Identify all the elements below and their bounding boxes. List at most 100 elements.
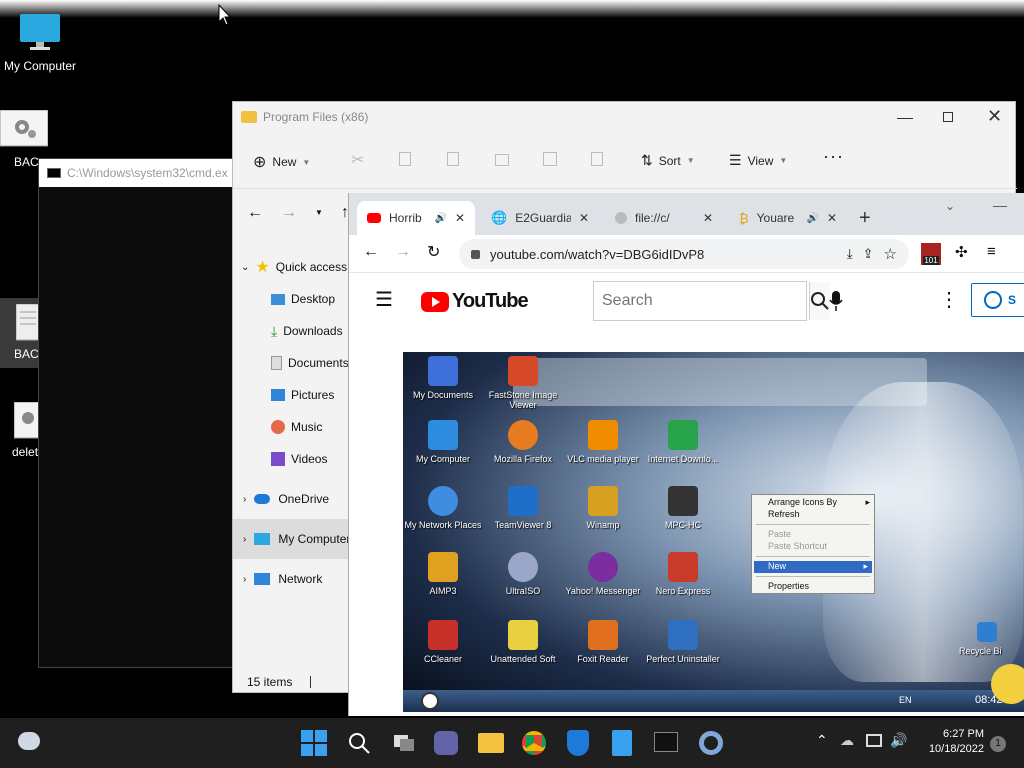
- bookmark-star-icon[interactable]: ☆: [884, 245, 909, 263]
- xp-icon-my-documents[interactable]: My Documents: [403, 356, 483, 400]
- media-control-icon[interactable]: ≡: [987, 243, 996, 260]
- explorer-titlebar[interactable]: Program Files (x86): [233, 102, 1015, 132]
- close-button[interactable]: ✕: [987, 106, 1002, 127]
- reload-icon[interactable]: ↻: [427, 242, 440, 262]
- xp-icon-recycle-bin[interactable]: Recycle Bi: [959, 622, 1024, 656]
- menu-item-arrange[interactable]: Arrange Icons By ▸: [752, 497, 874, 509]
- browser-window[interactable]: Horrib 🔊 ✕ 🌐 E2Guardia ✕ file://c/ ✕ ₿ Y…: [348, 193, 1024, 716]
- tab-e2guardian[interactable]: 🌐 E2Guardia ✕: [481, 201, 599, 235]
- desktop-icon-delete[interactable]: delet: [0, 401, 41, 459]
- paste-icon[interactable]: [447, 152, 459, 166]
- menu-item-new[interactable]: New ▸: [754, 561, 872, 573]
- xp-icon-network-places[interactable]: My Network Places: [403, 486, 483, 530]
- weather-icon[interactable]: [18, 732, 40, 750]
- tray-volume-icon[interactable]: 🔊: [890, 732, 907, 749]
- copy-icon[interactable]: [399, 152, 411, 166]
- new-button[interactable]: ⊕ New ▼: [253, 152, 310, 172]
- xp-icon-yahoo[interactable]: Yahoo! Messenger: [563, 552, 643, 596]
- more-options-icon[interactable]: ···: [823, 146, 844, 167]
- youtube-search-input[interactable]: [594, 282, 809, 320]
- maximize-button[interactable]: [943, 112, 953, 122]
- xp-icon-faststone[interactable]: FastStone Image Viewer: [483, 356, 563, 410]
- xp-icon-my-computer[interactable]: My Computer: [403, 420, 483, 464]
- notification-badge[interactable]: 1: [990, 736, 1006, 752]
- url-text[interactable]: youtube.com/watch?v=DBG6idIDvP8: [490, 247, 704, 262]
- forward-arrow-icon[interactable]: →: [395, 243, 411, 261]
- desktop-icon-my-computer[interactable]: My Computer: [0, 12, 80, 73]
- tray-network-icon[interactable]: [866, 734, 882, 747]
- file-explorer-icon[interactable]: [478, 733, 504, 753]
- tray-clock[interactable]: 6:27 PM 10/18/2022: [918, 727, 984, 757]
- recent-chevron-icon[interactable]: ▼: [315, 208, 323, 217]
- tab-youtube[interactable]: Horrib 🔊 ✕: [357, 201, 475, 235]
- menu-item-paste-shortcut[interactable]: Paste Shortcut: [752, 541, 874, 553]
- back-arrow-icon[interactable]: ←: [247, 204, 263, 222]
- more-vert-icon[interactable]: ⋮: [939, 287, 959, 312]
- xp-icon-perfect-uninstaller[interactable]: Perfect Uninstaller: [643, 620, 723, 664]
- xp-icon-foxit[interactable]: Foxit Reader: [563, 620, 643, 664]
- browser-minimize-button[interactable]: —: [993, 197, 1007, 213]
- xp-icon-ultraiso[interactable]: UltraISO: [483, 552, 563, 596]
- forward-arrow-icon[interactable]: →: [281, 204, 297, 222]
- xp-icon-ccleaner[interactable]: CCleaner: [403, 620, 483, 664]
- new-tab-button[interactable]: +: [859, 207, 871, 230]
- tab-close-icon[interactable]: ✕: [579, 211, 589, 225]
- search-icon[interactable]: [347, 731, 371, 755]
- sort-button[interactable]: ⇅ Sort ▼: [641, 152, 695, 169]
- install-icon[interactable]: ⤓: [847, 246, 853, 262]
- share-icon[interactable]: [543, 152, 557, 166]
- puzzle-icon[interactable]: ✣: [955, 243, 968, 261]
- tab-youare[interactable]: ₿ Youare 🔊 ✕: [729, 201, 847, 235]
- nav-item-onedrive[interactable]: › OneDrive: [233, 479, 329, 519]
- xp-icon-aimp3[interactable]: AIMP3: [403, 552, 483, 596]
- task-view-icon[interactable]: [392, 731, 416, 755]
- terminal-icon[interactable]: [654, 732, 678, 752]
- menu-item-properties[interactable]: Properties: [752, 581, 874, 593]
- rename-icon[interactable]: [495, 154, 509, 166]
- nav-item-network[interactable]: › Network: [233, 559, 322, 599]
- xp-icon-teamviewer[interactable]: TeamViewer 8: [483, 486, 563, 530]
- nav-item-my-computer[interactable]: › My Computer: [233, 519, 353, 559]
- video-player[interactable]: My Documents FastStone Image Viewer My C…: [403, 352, 1024, 712]
- soccer-ball-icon[interactable]: [421, 692, 439, 710]
- minimize-button[interactable]: [897, 118, 913, 120]
- teams-chat-icon[interactable]: [434, 731, 458, 755]
- sign-in-button[interactable]: S: [971, 283, 1024, 317]
- settings-gear-icon[interactable]: [699, 731, 723, 755]
- xp-tray-language[interactable]: EN: [899, 695, 912, 705]
- desktop-icon-bac-2[interactable]: BAC: [0, 298, 41, 368]
- tab-search-chevron-icon[interactable]: ⌄: [945, 199, 955, 213]
- search-button[interactable]: [809, 282, 830, 320]
- xp-icon-nero[interactable]: Nero Express: [643, 552, 723, 596]
- defender-shield-icon[interactable]: [567, 730, 589, 756]
- view-button[interactable]: ☰ View ▼: [729, 152, 787, 169]
- notepad-icon[interactable]: [612, 730, 632, 756]
- hamburger-menu-icon[interactable]: ☰: [375, 287, 393, 312]
- xp-icon-firefox[interactable]: Mozilla Firefox: [483, 420, 563, 464]
- xp-icon-vlc[interactable]: VLC media player: [563, 420, 643, 464]
- share-icon[interactable]: ⇪: [863, 246, 874, 262]
- omnibox[interactable]: youtube.com/watch?v=DBG6idIDvP8 ⤓ ⇪ ☆: [459, 239, 909, 269]
- back-arrow-icon[interactable]: ←: [363, 243, 379, 261]
- menu-item-paste[interactable]: Paste: [752, 529, 874, 541]
- tab-close-icon[interactable]: ✕: [827, 211, 837, 225]
- youtube-logo[interactable]: YouTube: [421, 290, 529, 313]
- xp-icon-mpc-hc[interactable]: MPC-HC: [643, 486, 723, 530]
- cmd-window[interactable]: C:\Windows\system32\cmd.ex: [38, 158, 238, 668]
- tray-chevron-up-icon[interactable]: ⌃: [816, 732, 828, 749]
- tab-close-icon[interactable]: ✕: [455, 211, 465, 225]
- xp-icon-idm[interactable]: Internet Downlo...: [643, 420, 723, 464]
- xp-icon-winamp[interactable]: Winamp: [563, 486, 643, 530]
- extension-icon[interactable]: 101: [921, 243, 941, 265]
- nav-item-videos[interactable]: Videos: [233, 439, 327, 479]
- tab-close-icon[interactable]: ✕: [703, 211, 713, 225]
- chrome-icon[interactable]: [522, 731, 546, 755]
- cmd-titlebar[interactable]: C:\Windows\system32\cmd.ex: [39, 159, 237, 187]
- youtube-search-box[interactable]: [593, 281, 830, 321]
- xp-icon-unattended[interactable]: Unattended Soft: [483, 620, 563, 664]
- microphone-icon[interactable]: [829, 291, 843, 311]
- delete-icon[interactable]: [591, 152, 603, 166]
- start-button[interactable]: [301, 730, 327, 756]
- menu-item-refresh[interactable]: Refresh: [752, 509, 874, 521]
- tray-cloud-icon[interactable]: ☁: [840, 732, 854, 749]
